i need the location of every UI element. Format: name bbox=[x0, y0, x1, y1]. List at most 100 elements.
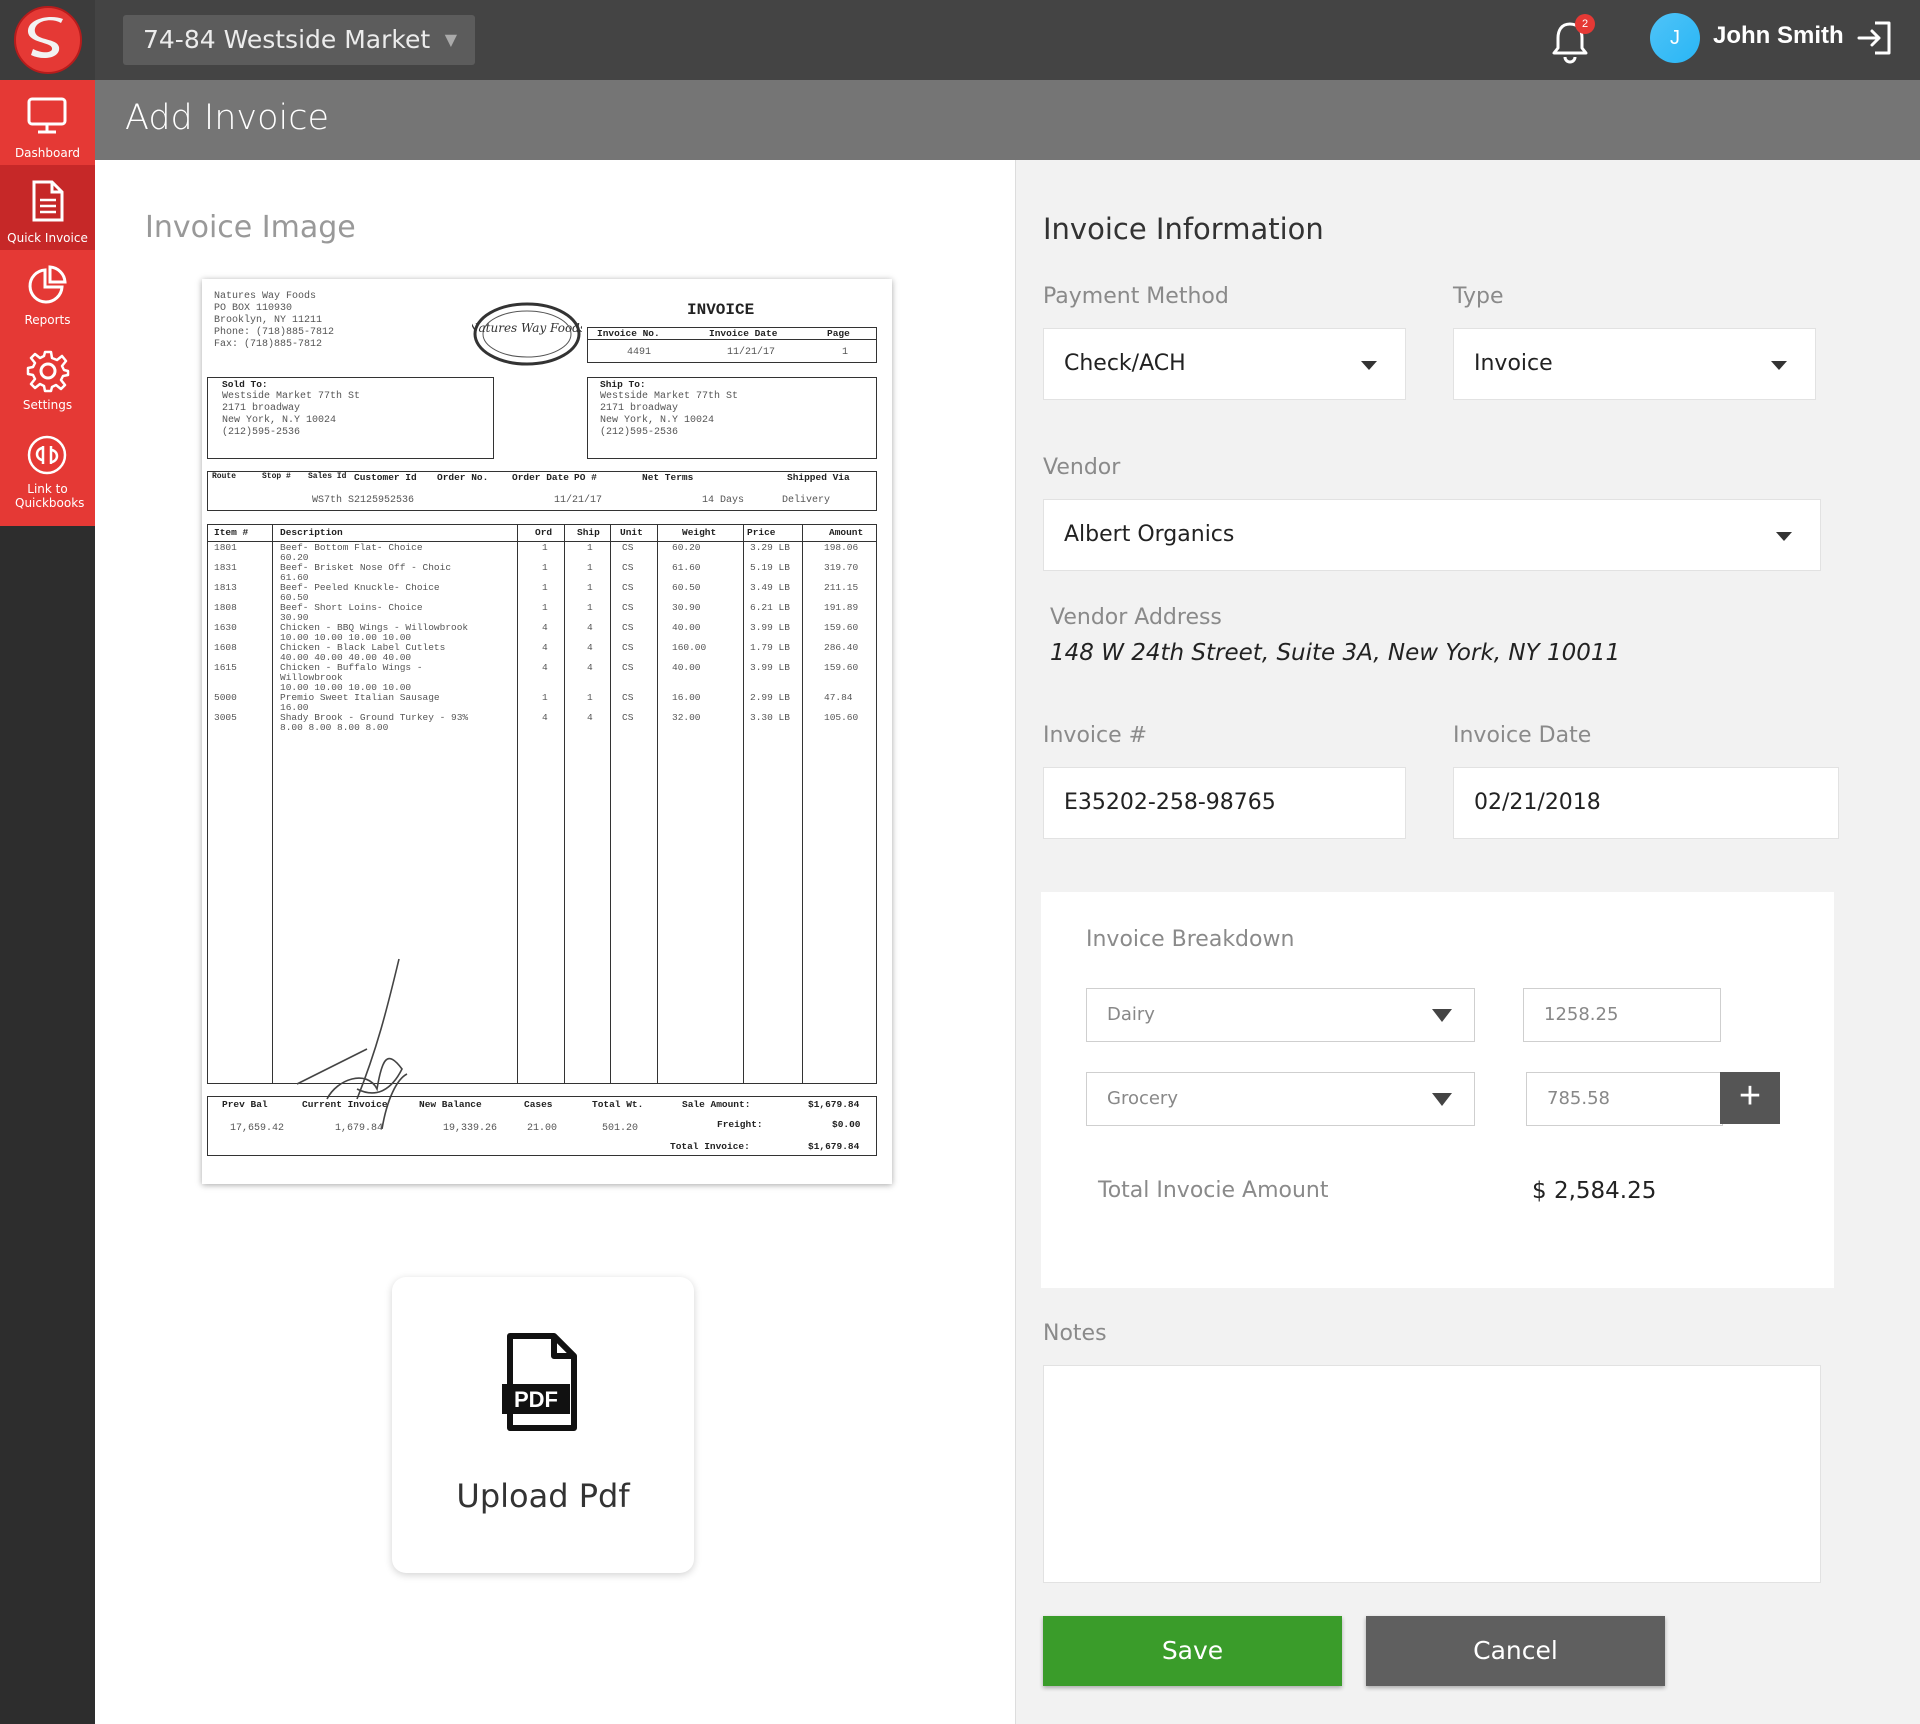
upload-pdf-button[interactable]: PDF Upload Pdf bbox=[392, 1277, 694, 1573]
invoice-date-input[interactable]: 02/21/2018 bbox=[1453, 767, 1839, 839]
order-value: 14 Days bbox=[702, 495, 745, 506]
line-item-amount: 159.60 bbox=[824, 622, 859, 633]
breakdown-amount-input[interactable]: 1258.25 bbox=[1523, 988, 1721, 1042]
line-item-unit: CS bbox=[622, 692, 634, 703]
item-header: Item # bbox=[214, 527, 249, 538]
ship-to-line: New York, N.Y 10024 bbox=[600, 415, 715, 426]
divider bbox=[657, 524, 658, 1084]
invoice-image-title: Invoice Image bbox=[145, 210, 356, 245]
item-header: Unit bbox=[620, 527, 643, 538]
breakdown-category-select[interactable]: Dairy bbox=[1086, 988, 1475, 1042]
line-item-item: 1608 bbox=[214, 642, 237, 653]
order-header: Stop # bbox=[262, 472, 291, 481]
pdf-file-icon: PDF bbox=[502, 1333, 577, 1431]
line-item-ship: 4 bbox=[587, 712, 593, 723]
upload-pdf-label: Upload Pdf bbox=[456, 1477, 630, 1515]
line-item-item: 1808 bbox=[214, 602, 237, 613]
user-name[interactable]: John Smith bbox=[1713, 22, 1844, 50]
sale-amount-label: Sale Amount: bbox=[682, 1099, 751, 1110]
order-value: Delivery bbox=[782, 495, 831, 506]
line-item-ship: 1 bbox=[587, 582, 593, 593]
line-item-weight: 160.00 bbox=[672, 642, 707, 653]
line-item-price: 1.79 LB bbox=[750, 642, 790, 653]
line-item-ord: 1 bbox=[542, 602, 548, 613]
divider bbox=[610, 524, 611, 1084]
vendor-line: Phone: (718)885-7812 bbox=[214, 327, 335, 338]
line-item-item: 1801 bbox=[214, 542, 237, 553]
sidebar-item-label: Settings bbox=[22, 398, 73, 412]
line-item-amount: 198.06 bbox=[824, 542, 859, 553]
freight-label: Freight: bbox=[717, 1119, 763, 1130]
line-item-unit: CS bbox=[622, 642, 634, 653]
order-value: WS7th S bbox=[312, 495, 355, 506]
sidebar-item-quick-invoice[interactable]: Quick Invoice bbox=[0, 165, 95, 250]
line-item-ship: 1 bbox=[587, 542, 593, 553]
type-select[interactable]: Invoice bbox=[1453, 328, 1816, 400]
save-button[interactable]: Save bbox=[1043, 1616, 1342, 1686]
sold-to-label: Sold To: bbox=[222, 379, 268, 390]
line-item-unit: CS bbox=[622, 602, 634, 613]
line-item-price: 3.99 LB bbox=[750, 622, 790, 633]
meta-value: 1 bbox=[842, 347, 849, 358]
totals-value: 1,679.84 bbox=[335, 1123, 384, 1134]
add-breakdown-row-button[interactable]: + bbox=[1720, 1072, 1780, 1124]
sold-to-line: 2171 broadway bbox=[222, 403, 301, 414]
avatar[interactable]: J bbox=[1650, 13, 1700, 63]
line-item-ord: 4 bbox=[542, 662, 548, 673]
invoice-date-label: Invoice Date bbox=[1453, 723, 1592, 748]
app-logo[interactable] bbox=[0, 0, 95, 80]
sold-to-line: New York, N.Y 10024 bbox=[222, 415, 337, 426]
line-item-item: 5000 bbox=[214, 692, 237, 703]
sidebar-item-reports[interactable]: Reports bbox=[0, 250, 95, 335]
line-item-unit: CS bbox=[622, 542, 634, 553]
logout-icon[interactable] bbox=[1855, 18, 1895, 58]
logo-text: Natures Way Foods bbox=[472, 321, 582, 335]
page-header: Add Invoice bbox=[95, 80, 1920, 160]
payment-method-select[interactable]: Check/ACH bbox=[1043, 328, 1406, 400]
cancel-button[interactable]: Cancel bbox=[1366, 1616, 1665, 1686]
order-header: Order No. bbox=[437, 472, 489, 483]
line-item-desc: Beef- Short Loins- Choice 30.90 bbox=[280, 602, 423, 623]
logo-icon bbox=[13, 6, 82, 74]
caret-down-icon bbox=[1361, 361, 1377, 370]
item-header: Ship bbox=[577, 527, 600, 538]
notes-textarea[interactable] bbox=[1043, 1365, 1821, 1583]
invoice-breakdown-title: Invoice Breakdown bbox=[1086, 927, 1295, 952]
line-item-weight: 40.00 bbox=[672, 622, 701, 633]
caret-down-icon bbox=[1432, 1093, 1452, 1106]
item-header: Ord bbox=[535, 527, 553, 538]
line-item-amount: 159.60 bbox=[824, 662, 859, 673]
breakdown-category-select[interactable]: Grocery bbox=[1086, 1072, 1475, 1126]
meta-header: Page bbox=[827, 328, 850, 339]
line-item-ship: 1 bbox=[587, 562, 593, 573]
sidebar-item-label: Link to Quickbooks bbox=[15, 482, 85, 510]
breakdown-category-value: Dairy bbox=[1107, 1004, 1155, 1025]
invoice-number-input[interactable]: E35202-258-98765 bbox=[1043, 767, 1406, 839]
line-item-desc: Shady Brook - Ground Turkey - 93% 8.00 8… bbox=[280, 712, 469, 733]
order-header: Customer Id bbox=[354, 472, 417, 483]
breakdown-amount-input[interactable]: 785.58 bbox=[1526, 1072, 1723, 1126]
location-select[interactable]: 74-84 Westside Market ▼ bbox=[123, 15, 475, 65]
topbar: 74-84 Westside Market ▼ 2 J John Smith bbox=[95, 0, 1920, 80]
invoice-heading: INVOICE bbox=[687, 301, 755, 319]
vendor-select[interactable]: Albert Organics bbox=[1043, 499, 1821, 571]
sidebar-item-dashboard[interactable]: Dashboard bbox=[0, 80, 95, 165]
total-invoice-amount-value: $ 2,584.25 bbox=[1532, 1178, 1657, 1204]
order-header: Net Terms bbox=[642, 472, 694, 483]
sidebar-item-settings[interactable]: Settings bbox=[0, 335, 95, 420]
sidebar-item-quickbooks[interactable]: Link to Quickbooks bbox=[0, 420, 95, 526]
item-header: Amount bbox=[829, 527, 864, 538]
line-item-price: 3.49 LB bbox=[750, 582, 790, 593]
order-header: PO # bbox=[574, 472, 597, 483]
totals-header: Total Wt. bbox=[592, 1099, 644, 1110]
line-item-ship: 4 bbox=[587, 642, 593, 653]
pdf-icon-text: PDF bbox=[514, 1387, 558, 1412]
line-item-unit: CS bbox=[622, 582, 634, 593]
meta-header: Invoice Date bbox=[709, 328, 778, 339]
divider bbox=[802, 524, 803, 1084]
line-item-desc: Beef- Brisket Nose Off - Choic 61.60 bbox=[280, 562, 452, 583]
monitor-icon bbox=[27, 97, 67, 134]
item-header: Weight bbox=[682, 527, 717, 538]
type-value: Invoice bbox=[1474, 351, 1553, 376]
payment-method-value: Check/ACH bbox=[1064, 351, 1186, 376]
